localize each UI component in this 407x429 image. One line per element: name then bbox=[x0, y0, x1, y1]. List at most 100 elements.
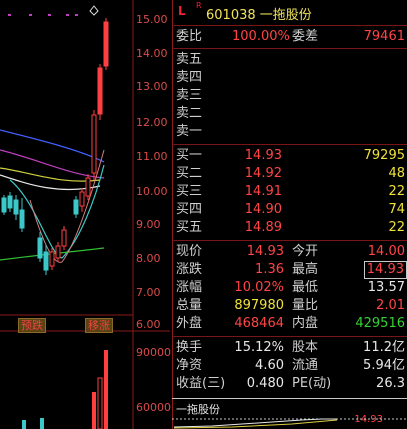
stat-label: 现价 bbox=[176, 244, 203, 259]
buy-price: 14.89 bbox=[244, 220, 282, 235]
volume-tick: 90000 bbox=[136, 346, 171, 359]
stat-row: 现价 14.93 今开 14.00 bbox=[172, 243, 407, 261]
divider bbox=[172, 398, 407, 399]
volume-bars-down bbox=[22, 418, 44, 429]
price-tick: 10.00 bbox=[136, 185, 168, 198]
net-assets: 4.60 bbox=[255, 358, 284, 373]
ma-line-magenta bbox=[0, 149, 105, 179]
weibi-row: 委比 100.00% 委差 79461 bbox=[172, 28, 407, 46]
stat-label: 涨跌 bbox=[176, 262, 203, 277]
candles-down bbox=[1, 192, 79, 275]
volume-ratio: 2.01 bbox=[376, 298, 405, 313]
weibi-value: 100.00% bbox=[232, 29, 290, 44]
buy-volume: 48 bbox=[388, 166, 405, 181]
quote-panel: L R 601038 一拖股份 委比 100.00% 委差 79461 卖五 卖… bbox=[172, 0, 407, 429]
buy-row[interactable]: 买五 14.89 22 bbox=[172, 219, 407, 237]
price-tick: 13.00 bbox=[136, 80, 168, 93]
predict-down-tag[interactable]: 预跌 bbox=[18, 318, 46, 333]
divider bbox=[172, 48, 407, 49]
high-marker-icon bbox=[89, 5, 99, 16]
sell-row[interactable]: 卖二 bbox=[172, 105, 407, 123]
stat-row: 涨跌 1.36 最高 14.93 bbox=[172, 261, 407, 279]
price-tick: 8.00 bbox=[136, 252, 161, 265]
sell-row[interactable]: 卖五 bbox=[172, 51, 407, 69]
change-value: 1.36 bbox=[255, 262, 284, 277]
fin-label: 换手 bbox=[176, 340, 203, 355]
volume-bars bbox=[92, 350, 108, 429]
ma-line-white bbox=[0, 174, 101, 191]
sell-row[interactable]: 卖一 bbox=[172, 123, 407, 141]
rights-indicator: R bbox=[196, 1, 202, 10]
stat-label: 涨幅 bbox=[176, 280, 203, 295]
price-tick: 15.00 bbox=[136, 13, 168, 26]
divider bbox=[172, 336, 407, 337]
sell-label: 卖一 bbox=[176, 124, 203, 139]
outer-volume: 468464 bbox=[234, 316, 284, 331]
pe-ratio: 26.3 bbox=[376, 376, 405, 391]
kline-chart[interactable] bbox=[0, 0, 170, 429]
fin-label: 净资 bbox=[176, 358, 203, 373]
level-indicator[interactable]: L bbox=[178, 4, 186, 18]
volume-tick: 60000 bbox=[136, 401, 171, 414]
fin-label: PE(动) bbox=[292, 376, 332, 391]
stat-label: 内盘 bbox=[292, 316, 319, 331]
predict-up-tag[interactable]: 移涨 bbox=[85, 318, 113, 333]
price-tick: 9.00 bbox=[136, 218, 161, 231]
buy-label: 买四 bbox=[176, 202, 203, 217]
sell-row[interactable]: 卖三 bbox=[172, 87, 407, 105]
price-tick: 12.00 bbox=[136, 116, 168, 129]
weibi-label: 委比 bbox=[176, 29, 203, 44]
stat-row: 涨幅 10.02% 最低 13.57 bbox=[172, 279, 407, 297]
buy-volume: 22 bbox=[388, 184, 405, 199]
high-price: 14.93 bbox=[363, 261, 407, 279]
stat-label: 今开 bbox=[292, 244, 319, 259]
share-capital: 11.2亿 bbox=[363, 340, 405, 355]
buy-volume: 22 bbox=[388, 220, 405, 235]
buy-row[interactable]: 买二 14.92 48 bbox=[172, 165, 407, 183]
buy-row[interactable]: 买三 14.91 22 bbox=[172, 183, 407, 201]
stat-label: 最高 bbox=[292, 262, 319, 277]
stock-title[interactable]: 601038 一拖股份 bbox=[206, 4, 312, 23]
buy-label: 买五 bbox=[176, 220, 203, 235]
buy-label: 买三 bbox=[176, 184, 203, 199]
sell-row[interactable]: 卖四 bbox=[172, 69, 407, 87]
fin-row: 净资 4.60 流通 5.94亿 bbox=[172, 357, 407, 375]
buy-row[interactable]: 买四 14.90 74 bbox=[172, 201, 407, 219]
ma-line-blue bbox=[0, 129, 105, 163]
sell-label: 卖四 bbox=[176, 70, 203, 85]
fin-label: 股本 bbox=[292, 340, 319, 355]
sell-label: 卖二 bbox=[176, 106, 203, 121]
weicha-label: 委差 bbox=[292, 29, 319, 44]
current-price: 14.93 bbox=[246, 244, 284, 259]
divider bbox=[172, 144, 407, 145]
buy-price: 14.90 bbox=[244, 202, 282, 217]
divider bbox=[172, 240, 407, 241]
price-tick: 14.00 bbox=[136, 47, 168, 60]
stat-row: 总量 897980 量比 2.01 bbox=[172, 297, 407, 315]
mini-chart-lines bbox=[172, 418, 407, 429]
open-price: 14.00 bbox=[367, 244, 405, 259]
change-percent: 10.02% bbox=[234, 280, 284, 295]
price-tick: 7.00 bbox=[136, 286, 161, 299]
float-shares: 5.94亿 bbox=[363, 358, 405, 373]
fin-row: 换手 15.12% 股本 11.2亿 bbox=[172, 339, 407, 357]
indicator-dots bbox=[8, 14, 78, 16]
kline-chart-panel[interactable]: 15.00 14.00 13.00 12.00 11.00 10.00 9.00… bbox=[0, 0, 171, 429]
fin-label: 流通 bbox=[292, 358, 319, 373]
sell-label: 卖五 bbox=[176, 52, 203, 67]
buy-row[interactable]: 买一 14.93 79295 bbox=[172, 147, 407, 165]
stat-row: 外盘 468464 内盘 429516 bbox=[172, 315, 407, 333]
buy-price: 14.91 bbox=[244, 184, 282, 199]
eps: 0.480 bbox=[246, 376, 284, 391]
low-price: 13.57 bbox=[367, 280, 405, 295]
buy-price: 14.92 bbox=[244, 166, 282, 181]
weicha-value: 79461 bbox=[363, 29, 405, 44]
price-tick: 6.00 bbox=[136, 318, 161, 331]
mini-intraday-chart[interactable]: 一拖股份 14.93 bbox=[172, 400, 407, 429]
buy-volume: 74 bbox=[388, 202, 405, 217]
divider bbox=[172, 25, 407, 26]
total-volume: 897980 bbox=[234, 298, 284, 313]
buy-volume: 79295 bbox=[363, 148, 405, 163]
turnover-rate: 15.12% bbox=[234, 340, 284, 355]
stat-label: 总量 bbox=[176, 298, 203, 313]
